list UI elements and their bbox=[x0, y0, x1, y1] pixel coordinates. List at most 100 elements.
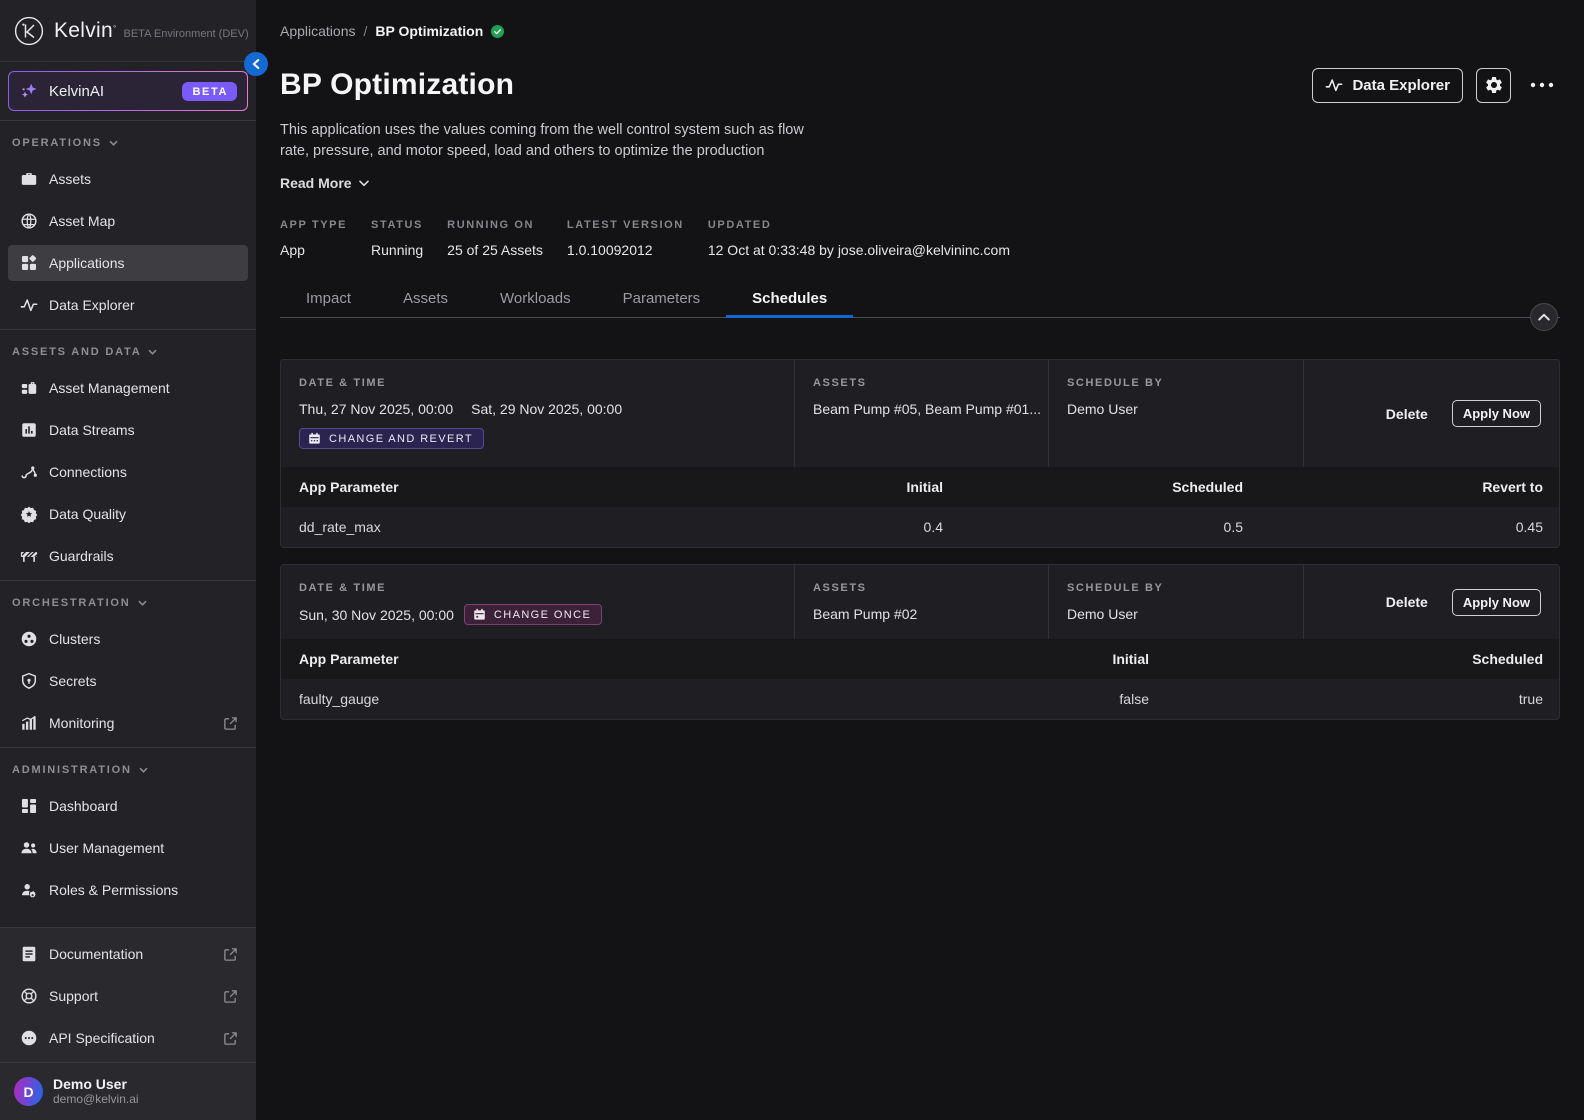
app-meta: APP TYPE App STATUS Running RUNNING ON 2… bbox=[280, 219, 1560, 259]
monitoring-icon bbox=[20, 714, 38, 732]
table-header-row: App Parameter Initial Scheduled bbox=[281, 639, 1559, 679]
pulse-icon bbox=[20, 296, 38, 314]
tab-parameters[interactable]: Parameters bbox=[597, 284, 727, 317]
chevron-up-icon bbox=[1538, 313, 1550, 321]
external-link-icon bbox=[223, 1031, 238, 1046]
sidebar-item-dashboard[interactable]: Dashboard bbox=[8, 788, 248, 824]
schedule-assets-value: Beam Pump #05, Beam Pump #01... bbox=[813, 399, 1030, 419]
quality-seal-icon bbox=[20, 505, 38, 523]
chevron-left-icon bbox=[252, 59, 260, 69]
page-title: BP Optimization bbox=[280, 68, 514, 102]
meta-latest-version: LATEST VERSION 1.0.10092012 bbox=[567, 219, 684, 259]
verified-check-icon bbox=[491, 25, 504, 38]
environment-label: BETA Environment (DEV) bbox=[124, 28, 249, 40]
sidebar-item-guardrails[interactable]: Guardrails bbox=[8, 538, 248, 574]
param-name: dd_rate_max bbox=[281, 507, 659, 547]
param-initial: 0.4 bbox=[659, 507, 959, 547]
sidebar-item-connections[interactable]: Connections bbox=[8, 454, 248, 490]
app-description: This application uses the values coming … bbox=[280, 120, 1560, 162]
schedule-date-cell: DATE & TIME Thu, 27 Nov 2025, 00:00 Sat,… bbox=[281, 360, 795, 467]
sidebar-item-secrets[interactable]: Secrets bbox=[8, 663, 248, 699]
data-explorer-button[interactable]: Data Explorer bbox=[1312, 68, 1463, 103]
sidebar-item-kelvinai[interactable]: KelvinAI BETA bbox=[8, 71, 248, 111]
settings-button[interactable] bbox=[1476, 68, 1511, 103]
param-name: faulty_gauge bbox=[281, 679, 771, 719]
sidebar-item-asset-management[interactable]: Asset Management bbox=[8, 370, 248, 406]
sidebar-item-roles-permissions[interactable]: Roles & Permissions bbox=[8, 872, 248, 908]
sidebar-item-clusters[interactable]: Clusters bbox=[8, 621, 248, 657]
section-header-orchestration[interactable]: ORCHESTRATION bbox=[0, 593, 256, 613]
sidebar-item-monitoring[interactable]: Monitoring bbox=[8, 705, 248, 741]
kelvinai-label: KelvinAI bbox=[49, 83, 104, 100]
schedule-end-date: Sat, 29 Nov 2025, 00:00 bbox=[471, 399, 622, 419]
api-icon bbox=[20, 1029, 38, 1047]
breadcrumb-current: BP Optimization bbox=[375, 23, 483, 39]
param-initial: false bbox=[771, 679, 1165, 719]
sidebar-item-assets[interactable]: Assets bbox=[8, 161, 248, 197]
calendar-icon bbox=[308, 432, 321, 445]
brand-name: Kelvin◦ bbox=[54, 19, 117, 43]
schedule-type-badge: CHANGE ONCE bbox=[464, 604, 602, 625]
section-header-assets-and-data[interactable]: ASSETS AND DATA bbox=[0, 342, 256, 362]
dashboard-icon bbox=[20, 797, 38, 815]
schedule-assets-value: Beam Pump #02 bbox=[813, 604, 1030, 624]
sidebar-item-data-quality[interactable]: Data Quality bbox=[8, 496, 248, 532]
sidebar-collapse-button[interactable] bbox=[244, 52, 268, 76]
beta-badge: BETA bbox=[182, 82, 237, 101]
sidebar-footer: Documentation Support API Specification bbox=[0, 927, 256, 1120]
schedule-by-cell: SCHEDULE BY Demo User bbox=[1049, 565, 1304, 639]
meta-updated: UPDATED 12 Oct at 0:33:48 by jose.olivei… bbox=[708, 219, 1010, 259]
sidebar-item-support[interactable]: Support bbox=[8, 978, 248, 1014]
section-header-administration[interactable]: ADMINISTRATION bbox=[0, 760, 256, 780]
section-header-operations[interactable]: OPERATIONS bbox=[0, 133, 256, 153]
kelvin-logo-icon bbox=[14, 16, 44, 46]
sidebar-item-data-streams[interactable]: Data Streams bbox=[8, 412, 248, 448]
schedule-date-cell: DATE & TIME Sun, 30 Nov 2025, 00:00 CHAN… bbox=[281, 565, 795, 639]
scroll-to-top-button[interactable] bbox=[1530, 303, 1558, 331]
breadcrumb: Applications / BP Optimization bbox=[280, 0, 1560, 39]
document-icon bbox=[20, 945, 38, 963]
delete-button[interactable]: Delete bbox=[1386, 406, 1428, 422]
user-name: Demo User bbox=[53, 1076, 139, 1092]
param-scheduled: true bbox=[1165, 679, 1559, 719]
tab-bar: Impact Assets Workloads Parameters Sched… bbox=[280, 284, 1560, 318]
connections-icon bbox=[20, 463, 38, 481]
calendar-icon bbox=[473, 608, 486, 621]
tab-schedules[interactable]: Schedules bbox=[726, 284, 853, 317]
sidebar-item-documentation[interactable]: Documentation bbox=[8, 936, 248, 972]
meta-running-on: RUNNING ON 25 of 25 Assets bbox=[447, 219, 543, 259]
asset-management-icon bbox=[20, 379, 38, 397]
shield-icon bbox=[20, 672, 38, 690]
schedule-parameters-table: App Parameter Initial Scheduled faulty_g… bbox=[281, 639, 1559, 719]
apply-now-button[interactable]: Apply Now bbox=[1452, 400, 1541, 427]
tab-impact[interactable]: Impact bbox=[280, 284, 377, 317]
user-profile[interactable]: D Demo User demo@kelvin.ai bbox=[0, 1062, 256, 1120]
read-more-toggle[interactable]: Read More bbox=[280, 175, 369, 191]
user-email: demo@kelvin.ai bbox=[53, 1092, 139, 1107]
delete-button[interactable]: Delete bbox=[1386, 594, 1428, 610]
gear-icon bbox=[1484, 75, 1504, 95]
tab-assets[interactable]: Assets bbox=[377, 284, 474, 317]
external-link-icon bbox=[223, 947, 238, 962]
role-gear-icon bbox=[20, 881, 38, 899]
sparkles-icon bbox=[19, 81, 39, 101]
users-icon bbox=[20, 839, 38, 857]
tab-workloads[interactable]: Workloads bbox=[474, 284, 597, 317]
chevron-down-icon bbox=[359, 180, 369, 187]
sidebar-item-data-explorer[interactable]: Data Explorer bbox=[8, 287, 248, 323]
breadcrumb-applications-link[interactable]: Applications bbox=[280, 23, 356, 39]
schedule-parameters-table: App Parameter Initial Scheduled Revert t… bbox=[281, 467, 1559, 547]
barrier-icon bbox=[20, 547, 38, 565]
sidebar-item-asset-map[interactable]: Asset Map bbox=[8, 203, 248, 239]
more-options-button[interactable] bbox=[1524, 68, 1560, 103]
sidebar-item-api-specification[interactable]: API Specification bbox=[8, 1020, 248, 1056]
schedule-card: DATE & TIME Sun, 30 Nov 2025, 00:00 CHAN… bbox=[280, 564, 1560, 720]
sidebar: Kelvin◦ BETA Environment (DEV) KelvinAI … bbox=[0, 0, 256, 1120]
apply-now-button[interactable]: Apply Now bbox=[1452, 589, 1541, 616]
main-content: Applications / BP Optimization BP Optimi… bbox=[256, 0, 1584, 1120]
sidebar-item-user-management[interactable]: User Management bbox=[8, 830, 248, 866]
brand-logo-row[interactable]: Kelvin◦ BETA Environment (DEV) bbox=[0, 0, 256, 62]
param-scheduled: 0.5 bbox=[959, 507, 1259, 547]
sidebar-nav: OPERATIONS Assets Asset Map Applicati bbox=[0, 121, 256, 927]
sidebar-item-applications[interactable]: Applications bbox=[8, 245, 248, 281]
